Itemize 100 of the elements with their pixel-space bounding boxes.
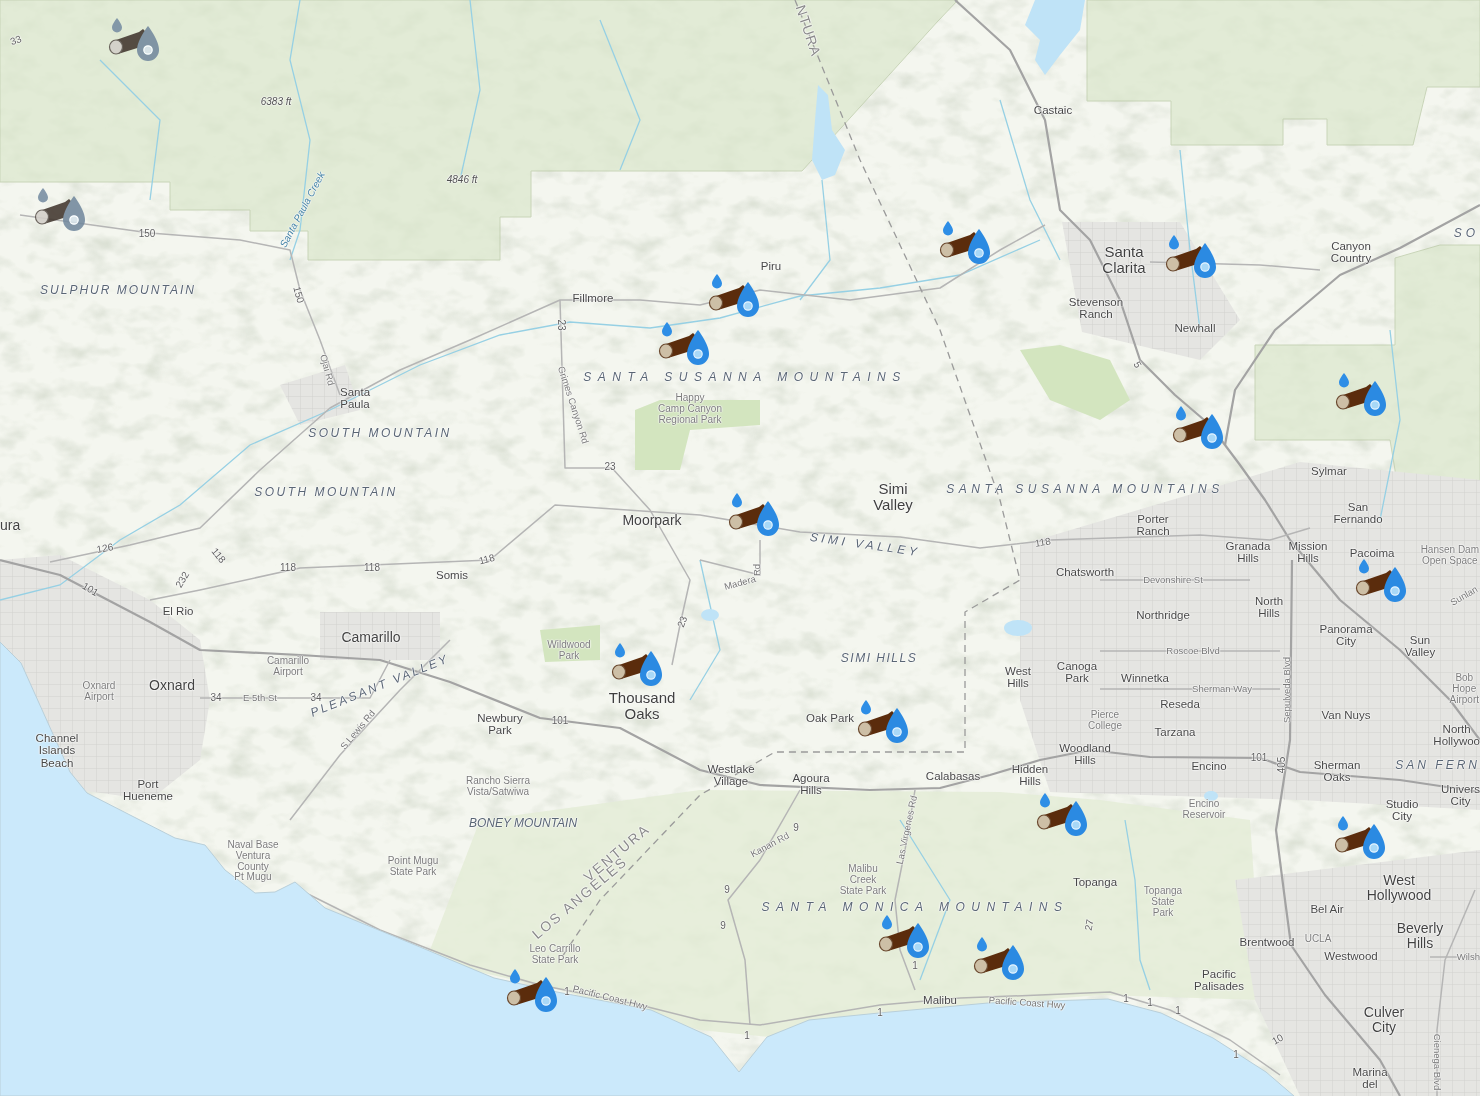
route-number-label: 23: [676, 614, 690, 630]
terrain-label: SOUTH MOUNTAIN: [308, 426, 452, 440]
log-water-drop-icon[interactable]: [708, 274, 760, 318]
place-label: Oxnard: [149, 678, 195, 694]
log-water-drop-icon[interactable]: [108, 18, 160, 62]
route-number-label: 9: [793, 822, 799, 834]
route-number-label: 9: [724, 884, 730, 896]
place-label: Porter Ranch: [1136, 512, 1170, 538]
place-label: Bel Air: [1310, 902, 1344, 916]
log-water-drop-icon[interactable]: [973, 937, 1025, 981]
park-label: Point Mugu State Park: [387, 856, 439, 878]
log-water-drop-icon[interactable]: [878, 915, 930, 959]
street-label: Pacific Coast Hwy: [571, 983, 649, 1013]
route-number-label: 118: [1034, 536, 1052, 550]
place-label: Calabasas: [925, 769, 981, 783]
log-water-drop-icon[interactable]: [1355, 559, 1407, 603]
place-label: Panorama City: [1319, 622, 1373, 648]
route-number-label: 1: [912, 960, 918, 972]
terrain-label: SIMI HILLS: [840, 651, 918, 665]
route-number-label: 232: [174, 570, 192, 590]
terrain-label: SANTA SUSANNA MOUNTAINS: [946, 482, 1224, 496]
log-water-drop-icon[interactable]: [611, 643, 663, 687]
place-label: Simi Valley: [873, 480, 913, 514]
place-label: Castaic: [1033, 103, 1073, 117]
terrain-label: SAN FERN: [1395, 758, 1480, 772]
route-number-label: 118: [477, 552, 497, 568]
route-number-label: 1: [564, 986, 570, 998]
place-label: Port Hueneme: [123, 777, 173, 803]
place-label: Santa Clarita: [1102, 243, 1146, 277]
street-label: Wilsh: [1456, 951, 1480, 963]
park-label: Happy Camp Canyon Regional Park: [658, 392, 722, 426]
place-label: Hidden Hills: [1011, 762, 1049, 788]
log-water-drop-icon[interactable]: [1165, 235, 1217, 279]
route-number-label: 9: [720, 920, 726, 932]
street-label: Pacific Coast Hwy: [988, 995, 1066, 1011]
place-label: Thousand Oaks: [608, 689, 676, 723]
route-number-label: 118: [364, 562, 380, 574]
park-label: Oxnard Airport: [82, 681, 116, 703]
lake: [1004, 620, 1032, 636]
log-water-drop-icon[interactable]: [34, 188, 86, 232]
terrain-label: SO: [1453, 226, 1479, 240]
park-label: Camarillo Airport: [266, 656, 310, 678]
place-label: Fillmore: [572, 291, 614, 305]
terrain-label: SOUTH MOUNTAIN: [254, 485, 398, 499]
log-water-drop-icon[interactable]: [857, 700, 909, 744]
place-label: Mission Hills: [1288, 539, 1328, 565]
place-label: Malibu: [923, 993, 957, 1007]
log-water-drop-icon[interactable]: [1172, 406, 1224, 450]
route-number-label: 34: [210, 692, 222, 704]
park-label: Hansen Dam Open Space: [1420, 545, 1479, 567]
street-label: E 5th St: [243, 692, 277, 704]
place-label: Sherman Oaks: [1313, 758, 1361, 784]
log-water-drop-icon[interactable]: [1036, 793, 1088, 837]
log-water-drop-icon[interactable]: [1334, 816, 1386, 860]
terrain-label: SIMI VALLEY: [809, 530, 921, 560]
place-label: San Fernando: [1333, 500, 1383, 526]
place-label: Chatsworth: [1055, 565, 1115, 579]
park-label: Encino Reservoir: [1182, 799, 1226, 821]
street-label: Ojai Rd: [317, 353, 337, 387]
place-label: Channel Islands Beach: [35, 732, 79, 770]
lake: [701, 609, 719, 621]
place-label: Camarillo: [341, 630, 401, 646]
route-number-label: 1: [1233, 1049, 1239, 1061]
place-label: Newbury Park: [477, 711, 523, 737]
park-label: Pierce College: [1088, 710, 1122, 732]
place-label: Tarzana: [1154, 725, 1196, 739]
place-label: Newhall: [1174, 321, 1216, 335]
log-water-drop-icon[interactable]: [939, 221, 991, 265]
route-number-label: 1: [1175, 1005, 1181, 1017]
street-label: Rd: [751, 563, 763, 577]
park-label: Rancho Sierra Vista/Satwiwa: [466, 776, 530, 798]
place-label: Reseda: [1160, 697, 1200, 711]
place-label: Piru: [760, 259, 782, 273]
park-label: Leo Carrillo State Park: [529, 944, 581, 966]
route-number-label: 150: [290, 285, 306, 305]
place-label: North Hollywoo: [1433, 722, 1480, 748]
park-label: Malibu Creek State Park: [839, 863, 887, 897]
log-water-drop-icon[interactable]: [1335, 373, 1387, 417]
place-label: Pacoima: [1349, 546, 1395, 560]
terrain-label: BONEY MOUNTAIN: [468, 816, 578, 830]
route-number-label: 33: [8, 34, 24, 48]
route-number-label: 101: [80, 581, 100, 599]
place-label: West Hollywood: [1366, 872, 1432, 904]
street-label: Sepulveda Blvd: [1281, 657, 1293, 723]
lake: [1204, 791, 1218, 801]
park-area: [540, 625, 600, 662]
log-water-drop-icon[interactable]: [728, 493, 780, 537]
place-label: North Hills: [1254, 594, 1284, 620]
route-number-label: 1: [744, 1030, 750, 1042]
route-number-label: 27: [1083, 918, 1097, 932]
place-label: Agoura Hills: [792, 771, 830, 797]
log-water-drop-icon[interactable]: [506, 969, 558, 1013]
park-label: Naval Base Ventura County Pt Mugu: [227, 840, 279, 884]
place-label: Westwood: [1324, 949, 1378, 963]
place-label: Pacific Palisades: [1194, 967, 1244, 993]
log-water-drop-icon[interactable]: [658, 322, 710, 366]
route-number-label: 150: [138, 228, 156, 240]
place-label: Santa Paula: [339, 385, 371, 411]
route-number-label: 101: [551, 715, 569, 727]
place-label: Marina del: [1352, 1065, 1388, 1091]
